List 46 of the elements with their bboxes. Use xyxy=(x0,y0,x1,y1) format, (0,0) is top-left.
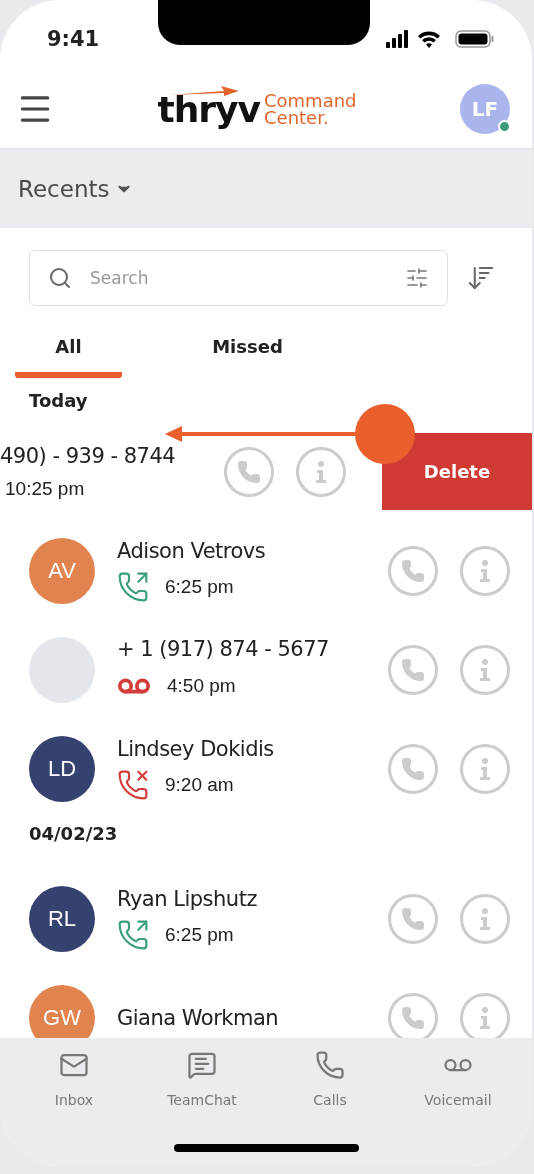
info-icon[interactable] xyxy=(296,446,346,497)
info-icon[interactable] xyxy=(460,743,510,794)
view-selector[interactable]: Recents xyxy=(0,150,532,228)
call-icon[interactable] xyxy=(388,743,438,794)
call-row[interactable]: LD Lindsey Dokidis 9:20 am xyxy=(0,719,532,818)
info-icon[interactable] xyxy=(460,893,510,944)
search-icon xyxy=(48,266,72,290)
contact-avatar: AV xyxy=(29,537,95,604)
info-icon[interactable] xyxy=(460,545,510,596)
call-row[interactable]: RL Ryan Lipshutz 6:25 pm xyxy=(0,869,532,968)
call-icon[interactable] xyxy=(388,893,438,944)
call-row[interactable]: AV Adison Vetrovs 6:25 pm xyxy=(0,521,532,620)
contact-name: Adison Vetrovs xyxy=(117,538,267,563)
filter-icon[interactable] xyxy=(405,266,429,290)
nav-tab[interactable]: Inbox xyxy=(19,1050,129,1108)
contact-name: Ryan Lipshutz xyxy=(117,886,258,911)
call-time: 9:20 am xyxy=(165,773,234,796)
contact-avatar: LD xyxy=(29,735,95,802)
call-time: 4:50 pm xyxy=(167,674,236,697)
chat-icon xyxy=(187,1050,217,1080)
contact-name: Giana Workman xyxy=(117,1005,280,1030)
call-time: 6:25 pm xyxy=(165,923,234,946)
contact-avatar: RL xyxy=(29,885,95,952)
delete-button[interactable]: Delete xyxy=(382,433,532,510)
search-field[interactable]: Search xyxy=(29,250,448,306)
call-time: 6:25 pm xyxy=(165,575,234,598)
nav-tab[interactable]: Calls xyxy=(275,1050,385,1108)
filter-tab[interactable]: All xyxy=(15,320,122,378)
call-icon[interactable] xyxy=(388,644,438,695)
call-row[interactable]: + 1 (917) 874 - 5677 4:50 pm xyxy=(0,620,532,719)
call-time: 10:25 pm xyxy=(5,477,86,500)
date-heading: Today xyxy=(28,389,89,413)
contact-avatar: GW xyxy=(29,984,95,1038)
info-icon[interactable] xyxy=(460,644,510,695)
nav-tab[interactable]: Voicemail xyxy=(403,1050,513,1108)
date-heading: 04/02/23 xyxy=(28,822,119,846)
calls-icon xyxy=(315,1050,345,1080)
call-icon[interactable] xyxy=(224,446,274,497)
contact-name: Lindsey Dokidis xyxy=(117,736,275,761)
touch-point xyxy=(355,404,415,464)
filter-tab[interactable]: Missed xyxy=(194,320,301,378)
phone-number: 490) - 939 - 8744 xyxy=(0,443,177,468)
nav-tab[interactable]: TeamChat xyxy=(147,1050,257,1108)
status-time: 9:41 xyxy=(47,27,100,51)
call-icon[interactable] xyxy=(388,545,438,596)
contact-name: + 1 (917) 874 - 5677 xyxy=(117,636,330,661)
